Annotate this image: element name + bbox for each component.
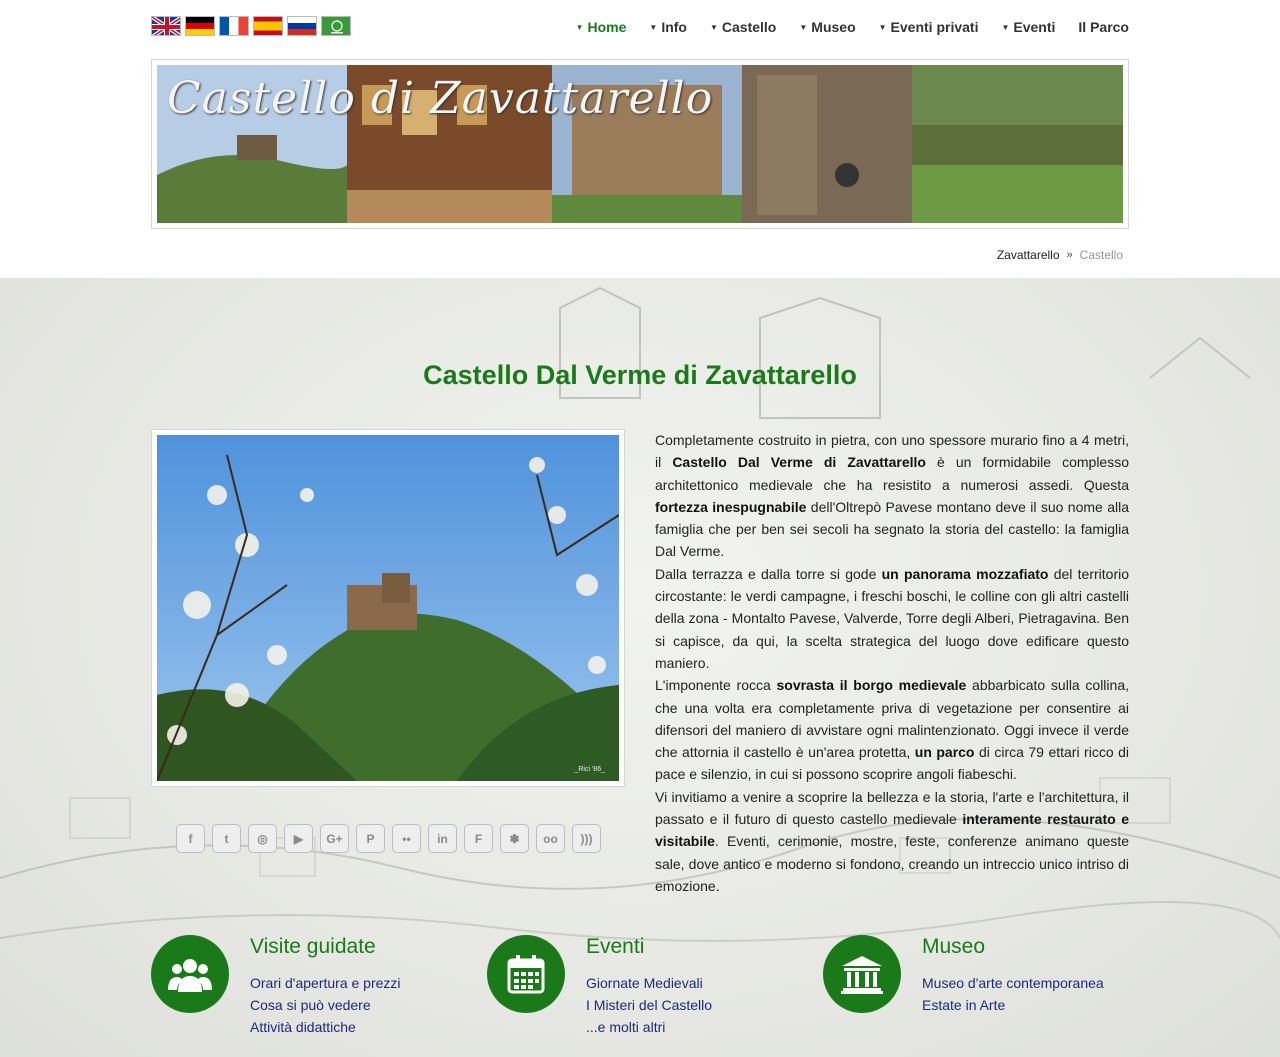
intro-paragraph: L'imponente rocca sovrasta il borgo medi… (655, 674, 1129, 785)
nav-item-castello[interactable]: ▼ Castello (687, 19, 776, 35)
intro-paragraph: Completamente costruito in pietra, con u… (655, 429, 1129, 563)
feature-link[interactable]: Cosa si può vedere (250, 994, 401, 1016)
nav-item-museo[interactable]: ▼ Museo (776, 19, 855, 35)
castle-photo: _Rici '86_ (157, 435, 619, 781)
spain-flag-icon[interactable] (253, 16, 283, 36)
nav-item-eventi[interactable]: ▼ Eventi (978, 19, 1055, 35)
caret-down-icon: ▼ (878, 22, 887, 32)
feature-title[interactable]: Eventi (586, 935, 644, 959)
banner-image: Castello di Zavattarello (157, 65, 1123, 223)
nav-item-info[interactable]: ▼ Info (626, 19, 687, 35)
twitter-icon[interactable]: t (212, 824, 241, 853)
feature-eventi: Eventi Giornate Medievali I Misteri del Ca… (487, 935, 807, 1045)
caret-down-icon: ▼ (709, 22, 718, 32)
nav-item-label: Eventi privati (890, 19, 979, 35)
uk-flag-icon[interactable] (151, 16, 181, 36)
emphasis-text: fortezza inespugnabile (655, 498, 807, 515)
nav-item-eventi-privati[interactable]: ▼ Eventi privati (856, 19, 979, 35)
castle-photo-frame: _Rici '86_ (151, 429, 625, 787)
feature-museo: Museo Museo d'arte contemporanea Estate in… (823, 935, 1143, 1045)
rss-icon[interactable]: ))) (572, 824, 601, 853)
nav-item-label: Museo (811, 19, 856, 35)
foursquare-icon[interactable]: F (464, 824, 493, 853)
youtube-icon[interactable]: ▶ (284, 824, 313, 853)
emphasis-text: sovrasta il borgo medievale (776, 677, 967, 694)
intro-paragraph: Dalla terrazza e dalla torre si gode un … (655, 563, 1129, 674)
nav-item-label: Castello (721, 19, 777, 35)
feature-title[interactable]: Visite guidate (250, 935, 376, 959)
caret-down-icon: ▼ (1001, 22, 1010, 32)
emphasis-text: un parco (914, 744, 975, 761)
feature-links: Orari d'apertura e prezzi Cosa si può ved… (250, 972, 401, 1038)
feature-title[interactable]: Museo (922, 935, 985, 959)
linkedin-icon[interactable]: in (428, 824, 457, 853)
breadcrumb-home-link[interactable]: Zavattarello (997, 248, 1060, 262)
group-icon[interactable] (151, 935, 229, 1013)
germany-flag-icon[interactable] (185, 16, 215, 36)
nav-item-il-parco[interactable]: Il Parco (1055, 19, 1129, 35)
breadcrumb-current: Castello (1079, 248, 1123, 262)
caret-down-icon: ▼ (799, 22, 808, 32)
header-banner: Castello di Zavattarello (151, 59, 1129, 229)
breadcrumb-separator: » (1066, 249, 1073, 261)
language-selector (151, 16, 351, 36)
russia-flag-icon[interactable] (287, 16, 317, 36)
nav-item-label: Eventi (1013, 19, 1056, 35)
feature-link[interactable]: ...e molti altri (586, 1016, 712, 1038)
calendar-icon[interactable] (487, 935, 565, 1013)
museum-icon[interactable] (823, 935, 901, 1013)
france-flag-icon[interactable] (219, 16, 249, 36)
page-title: Castello Dal Verme di Zavattarello (423, 360, 857, 390)
feature-links: Museo d'arte contemporanea Estate in Arte (922, 972, 1104, 1016)
feature-link[interactable]: Giornate Medievali (586, 972, 712, 994)
intro-text: Completamente costruito in pietra, con u… (655, 429, 1129, 897)
saudi-flag-icon[interactable] (321, 16, 351, 36)
instagram-icon[interactable]: ◎ (248, 824, 277, 853)
emphasis-text: Castello Dal Verme di Zavattarello (672, 454, 926, 471)
tripadvisor-icon[interactable]: oo (536, 824, 565, 853)
intro-paragraph: Vi invitiamo a venire a scoprire la bell… (655, 786, 1129, 897)
feature-link[interactable]: Museo d'arte contemporanea (922, 972, 1104, 994)
social-links: f t ◎ ▶ G+ P •• in F ✽ oo))) (176, 824, 601, 853)
body-text: . Eventi, cerimonie, mostre, feste, conf… (655, 833, 1129, 894)
breadcrumb: Zavattarello » Castello (997, 248, 1123, 262)
nav-item-label: Il Parco (1078, 19, 1129, 35)
nav-item-label: Info (661, 19, 687, 35)
feature-links: Giornate Medievali I Misteri del Castello… (586, 972, 712, 1038)
photo-caption: _Rici '86_ (574, 766, 605, 773)
body-text: L'imponente rocca (655, 677, 777, 694)
flickr-icon[interactable]: •• (392, 824, 421, 853)
feature-link[interactable]: Estate in Arte (922, 994, 1104, 1016)
pinterest-icon[interactable]: P (356, 824, 385, 853)
caret-down-icon: ▼ (575, 22, 584, 32)
feature-link[interactable]: I Misteri del Castello (586, 994, 712, 1016)
banner-title: Castello di Zavattarello (167, 73, 714, 124)
facebook-icon[interactable]: f (176, 824, 205, 853)
google-plus-icon[interactable]: G+ (320, 824, 349, 853)
main-navigation: ▼ Home ▼ Info ▼ Castello ▼ Museo ▼ Eventi privati… (553, 19, 1129, 35)
nav-item-label: Home (587, 19, 627, 35)
caret-down-icon: ▼ (649, 22, 658, 32)
feature-visite-guidate: Visite guidate Orari d'apertura e prezzi C… (151, 935, 471, 1045)
yelp-icon[interactable]: ✽ (500, 824, 529, 853)
feature-link[interactable]: Attività didattiche (250, 1016, 401, 1038)
nav-item-home[interactable]: ▼ Home (553, 19, 627, 35)
emphasis-text: un panorama mozzafiato (881, 565, 1049, 582)
body-text: Dalla terrazza e dalla torre si gode (655, 565, 882, 582)
feature-link[interactable]: Orari d'apertura e prezzi (250, 972, 401, 994)
